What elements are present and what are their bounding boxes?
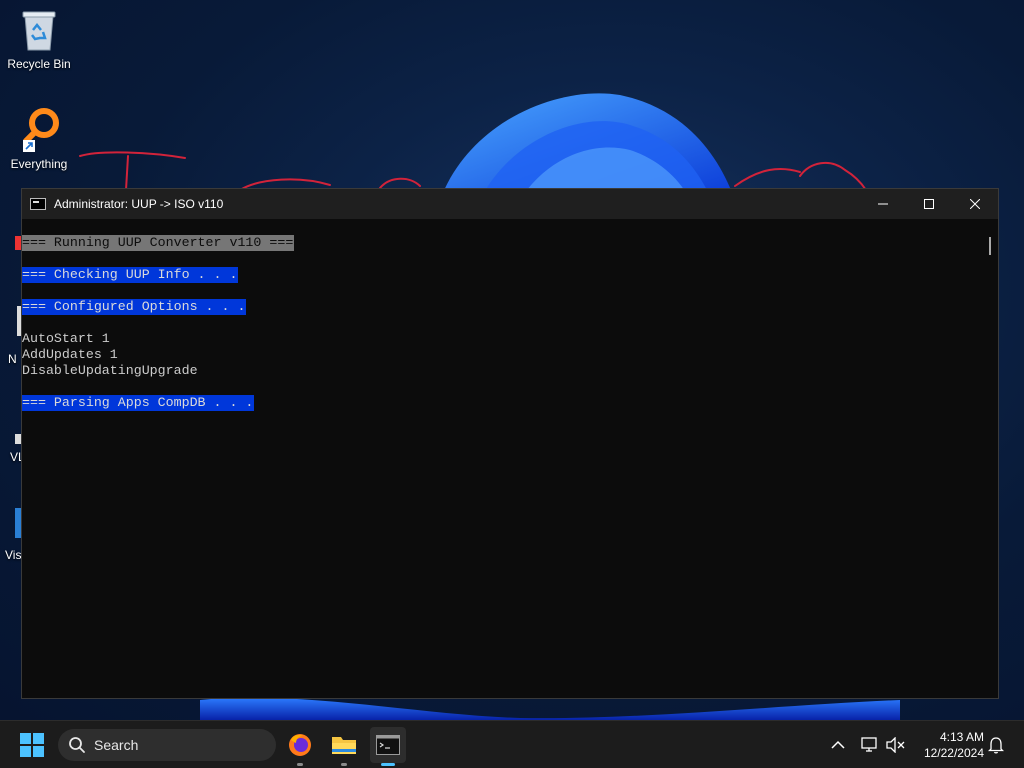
console-line-text: === Checking UUP Info . . . bbox=[22, 267, 239, 283]
console-line: === Running UUP Converter v110 === bbox=[22, 235, 982, 251]
maximize-button[interactable] bbox=[906, 189, 952, 219]
console-line: AddUpdates 1 bbox=[22, 347, 982, 363]
console-output[interactable]: === Running UUP Converter v110 === === Ch… bbox=[22, 219, 982, 698]
taskbar: Search 4:13 AM 12/22/2024 bbox=[0, 720, 1024, 768]
search-placeholder: Search bbox=[94, 737, 139, 753]
window-title: Administrator: UUP -> ISO v110 bbox=[54, 197, 224, 211]
firefox-icon bbox=[289, 734, 311, 756]
console-line: DisableUpdatingUpgrade bbox=[22, 363, 982, 379]
everything-search-icon bbox=[23, 108, 59, 152]
console-line-text: === Parsing Apps CompDB . . . bbox=[22, 395, 255, 411]
partial-desktop-label: N bbox=[8, 352, 17, 366]
notification-bell-icon bbox=[988, 737, 1004, 754]
console-line-text: === Configured Options . . . bbox=[22, 299, 247, 315]
console-window[interactable]: Administrator: UUP -> ISO v110 === Runni… bbox=[21, 188, 999, 699]
desktop-icon-label: Everything bbox=[10, 157, 68, 171]
minimize-button[interactable] bbox=[860, 189, 906, 219]
volume-muted-icon bbox=[886, 737, 905, 753]
search-icon bbox=[69, 737, 85, 753]
taskbar-search-box[interactable]: Search bbox=[58, 729, 276, 761]
minimize-icon bbox=[878, 203, 888, 205]
running-indicator bbox=[297, 763, 303, 766]
console-line-text: AddUpdates 1 bbox=[22, 347, 118, 362]
notifications-button[interactable] bbox=[984, 733, 1008, 757]
scrollbar-thumb[interactable] bbox=[989, 237, 991, 255]
console-line-text: AutoStart 1 bbox=[22, 331, 110, 346]
active-indicator bbox=[381, 763, 395, 766]
console-app-icon bbox=[30, 198, 46, 210]
taskbar-app-terminal[interactable] bbox=[370, 727, 406, 766]
console-line: === Parsing Apps CompDB . . . bbox=[22, 395, 982, 411]
desktop-icon-everything[interactable]: Everything bbox=[0, 106, 78, 171]
desktop-icon-label: Recycle Bin bbox=[7, 57, 71, 71]
partial-desktop-label: Vis bbox=[5, 548, 22, 562]
running-indicator bbox=[341, 763, 347, 766]
network-icon bbox=[861, 737, 877, 752]
clock-date: 12/22/2024 bbox=[923, 746, 984, 760]
taskbar-clock[interactable]: 4:13 AM 12/22/2024 bbox=[914, 729, 984, 761]
console-line: === Configured Options . . . bbox=[22, 299, 982, 315]
windows-logo-icon bbox=[20, 733, 44, 757]
taskbar-app-firefox[interactable] bbox=[282, 727, 318, 766]
taskbar-app-file-explorer[interactable] bbox=[326, 727, 362, 766]
console-line: === Checking UUP Info . . . bbox=[22, 267, 982, 283]
close-button[interactable] bbox=[952, 189, 998, 219]
recycle-bin-icon bbox=[22, 11, 56, 51]
close-icon bbox=[970, 199, 980, 209]
start-button[interactable] bbox=[14, 727, 50, 763]
terminal-icon bbox=[376, 735, 400, 755]
maximize-icon bbox=[924, 199, 934, 209]
network-button[interactable] bbox=[858, 733, 882, 757]
chevron-up-icon bbox=[831, 740, 845, 749]
desktop-icon-recycle-bin[interactable]: Recycle Bin bbox=[0, 8, 78, 71]
volume-button[interactable] bbox=[884, 733, 908, 757]
console-line-text: === Running UUP Converter v110 === bbox=[22, 235, 295, 251]
window-titlebar[interactable]: Administrator: UUP -> ISO v110 bbox=[22, 189, 998, 219]
console-line-text: DisableUpdatingUpgrade bbox=[22, 363, 198, 378]
show-hidden-icons-button[interactable] bbox=[826, 733, 850, 757]
file-explorer-icon bbox=[332, 737, 356, 754]
console-line: AutoStart 1 bbox=[22, 331, 982, 347]
clock-time: 4:13 AM bbox=[939, 730, 984, 744]
